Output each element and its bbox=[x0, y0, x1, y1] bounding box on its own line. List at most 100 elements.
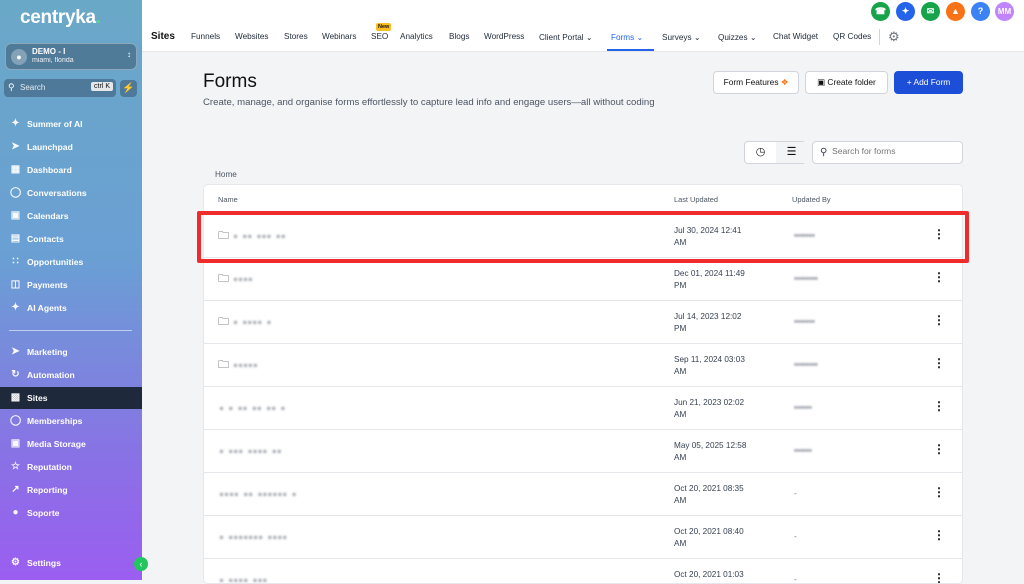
clock-icon[interactable]: ◷ bbox=[745, 142, 776, 163]
more-options-icon[interactable]: ⋮ bbox=[933, 528, 945, 542]
sidebar-item-label: Payments bbox=[27, 280, 68, 290]
more-options-icon[interactable]: ⋮ bbox=[933, 270, 945, 284]
more-options-icon[interactable]: ⋮ bbox=[933, 485, 945, 499]
sidebar-item-launchpad[interactable]: ➤ Launchpad bbox=[0, 136, 142, 158]
chat-icon: ◯ bbox=[10, 187, 22, 198]
tab-seo[interactable]: SEO bbox=[371, 32, 388, 41]
sidebar-item-automation[interactable]: ↻ Automation bbox=[0, 364, 142, 386]
sidebar-item-summer-of-ai[interactable]: ✦ Summer of AI bbox=[0, 113, 142, 135]
phone-icon[interactable]: ☎ bbox=[871, 2, 890, 21]
column-header-name[interactable]: Name bbox=[218, 195, 238, 204]
tab-chat-widget[interactable]: Chat Widget bbox=[773, 32, 818, 41]
tab-analytics[interactable]: Analytics bbox=[400, 32, 433, 41]
account-switcher[interactable]: ● DEMO - I miami, florida ↕ bbox=[5, 43, 137, 70]
sidebar-item-label: Dashboard bbox=[27, 165, 72, 175]
sidebar-item-label: Memberships bbox=[27, 416, 83, 426]
sidebar-item-ai-agents[interactable]: ✦ AI Agents bbox=[0, 297, 142, 319]
megaphone-icon[interactable]: ✦ bbox=[896, 2, 915, 21]
sidebar-search[interactable]: ⚲ Search ctrl K bbox=[4, 79, 116, 97]
folder-icon: 🗀 bbox=[218, 359, 229, 371]
sidebar-item-reputation[interactable]: ☆ Reputation bbox=[0, 456, 142, 478]
tab-qr-codes[interactable]: QR Codes bbox=[833, 32, 871, 41]
breadcrumb[interactable]: Home bbox=[215, 170, 237, 179]
membership-icon: ◯ bbox=[10, 415, 22, 426]
folder-plus-icon: ▣ bbox=[817, 77, 826, 87]
sidebar-item-memberships[interactable]: ◯ Memberships bbox=[0, 410, 142, 432]
tab-wordpress[interactable]: WordPress bbox=[484, 32, 524, 41]
gift-icon: ❖ bbox=[780, 77, 789, 87]
row-last-updated: Oct 20, 2021 08:35 AM bbox=[674, 483, 769, 507]
support-icon: ● bbox=[12, 507, 19, 518]
button-label: Create folder bbox=[827, 77, 876, 87]
sidebar-item-marketing[interactable]: ➤ Marketing bbox=[0, 341, 142, 363]
chevron-down-icon: ⌄ bbox=[636, 33, 644, 42]
tab-label: Forms bbox=[611, 33, 635, 42]
row-last-updated: Dec 01, 2024 11:49 PM bbox=[674, 268, 769, 292]
quick-action-bolt-icon[interactable]: ⚡ bbox=[120, 80, 137, 97]
avatar[interactable]: MM bbox=[995, 2, 1014, 21]
bell-icon[interactable]: ▲ bbox=[946, 2, 965, 21]
tab-client-portal[interactable]: Client Portal ⌄ bbox=[539, 32, 593, 42]
tab-websites[interactable]: Websites bbox=[235, 32, 269, 41]
list-view-icon[interactable]: ☰ bbox=[776, 142, 807, 163]
table-row[interactable]: 🗀 ▪▪▪▪▪ Sep 11, 2024 03:03 AM ▪▪▪▪▪▪▪▪ ⋮ bbox=[204, 343, 962, 386]
row-time-suffix: PM bbox=[674, 281, 687, 290]
sidebar-item-media-storage[interactable]: ▣ Media Storage bbox=[0, 433, 142, 455]
help-icon[interactable]: ? bbox=[971, 2, 990, 21]
row-last-updated: Oct 20, 2021 01:03AM bbox=[674, 569, 769, 583]
sidebar-item-opportunities[interactable]: ∷ Opportunities bbox=[0, 251, 142, 273]
tab-stores[interactable]: Stores bbox=[284, 32, 308, 41]
table-row[interactable]: 🗀 ▪ ▪▪▪▪ ▪ Jul 14, 2023 12:02 PM ▪▪▪▪▪▪▪ … bbox=[204, 300, 962, 343]
more-options-icon[interactable]: ⋮ bbox=[933, 442, 945, 456]
row-name: ▪▪▪▪▪ bbox=[234, 360, 259, 370]
sidebar-item-contacts[interactable]: ▤ Contacts bbox=[0, 228, 142, 250]
row-name: ▪ ▪▪▪ ▪▪▪▪ ▪▪ bbox=[220, 446, 283, 456]
tab-webinars[interactable]: Webinars bbox=[322, 32, 356, 41]
form-features-button[interactable]: Form Features ❖ bbox=[713, 71, 799, 94]
sidebar-item-sites[interactable]: ▩ Sites bbox=[0, 387, 142, 409]
table-row[interactable]: ▪ ▪▪▪ ▪▪▪▪ ▪▪ May 05, 2025 12:58 AM ▪▪▪▪▪… bbox=[204, 429, 962, 472]
more-options-icon[interactable]: ⋮ bbox=[933, 356, 945, 370]
tab-forms[interactable]: Forms ⌄ bbox=[611, 32, 643, 42]
more-options-icon[interactable]: ⋮ bbox=[933, 313, 945, 327]
create-folder-button[interactable]: ▣ Create folder bbox=[805, 71, 888, 94]
row-date: Jun 21, 2023 02:02 bbox=[674, 398, 745, 407]
forms-search-input[interactable] bbox=[832, 146, 957, 156]
sidebar-item-dashboard[interactable]: ▦ Dashboard bbox=[0, 159, 142, 181]
table-row[interactable]: ▪▪▪▪ ▪▪ ▪▪▪▪▪▪ ▪ Oct 20, 2021 08:35 AM - … bbox=[204, 472, 962, 515]
row-updated-by: ▪▪▪▪▪▪ bbox=[794, 445, 812, 455]
logo[interactable]: centryka. bbox=[20, 7, 101, 29]
campaign-icon[interactable]: ✉ bbox=[921, 2, 940, 21]
sidebar-item-label: AI Agents bbox=[27, 303, 67, 313]
table-row[interactable]: ▪ ▪▪▪▪ ▪▪▪ Oct 20, 2021 01:03AM - ⋮ bbox=[204, 558, 962, 584]
sidebar-item-conversations[interactable]: ◯ Conversations bbox=[0, 182, 142, 204]
chevron-down-icon: ⌄ bbox=[693, 33, 701, 42]
tab-surveys[interactable]: Surveys ⌄ bbox=[662, 32, 701, 42]
more-options-icon[interactable]: ⋮ bbox=[933, 399, 945, 413]
sidebar-item-payments[interactable]: ◫ Payments bbox=[0, 274, 142, 296]
add-form-button[interactable]: + Add Form bbox=[894, 71, 963, 94]
tab-funnels[interactable]: Funnels bbox=[191, 32, 220, 41]
tab-blogs[interactable]: Blogs bbox=[449, 32, 469, 41]
row-updated-by: - bbox=[794, 574, 797, 584]
sidebar-item-label: Conversations bbox=[27, 188, 87, 198]
row-updated-by: - bbox=[794, 488, 797, 498]
sidebar-item-reporting[interactable]: ↗ Reporting bbox=[0, 479, 142, 501]
payments-icon: ◫ bbox=[10, 279, 21, 290]
table-row[interactable]: 🗀 ▪▪▪▪ Dec 01, 2024 11:49 PM ▪▪▪▪▪▪▪▪ ⋮ bbox=[204, 257, 962, 300]
column-header-last-updated[interactable]: Last Updated bbox=[674, 195, 718, 204]
sidebar-item-calendars[interactable]: ▣ Calendars bbox=[0, 205, 142, 227]
column-header-updated-by[interactable]: Updated By bbox=[792, 195, 831, 204]
tab-quizzes[interactable]: Quizzes ⌄ bbox=[718, 32, 757, 42]
row-updated-by: ▪▪▪▪▪▪▪ bbox=[794, 316, 815, 326]
gear-icon[interactable]: ⚙ bbox=[888, 29, 900, 45]
sidebar-item-settings[interactable]: ⚙ Settings bbox=[0, 552, 142, 574]
table-row[interactable]: ▪ ▪ ▪▪ ▪▪ ▪▪ ▪ Jun 21, 2023 02:02 AM ▪▪▪▪… bbox=[204, 386, 962, 429]
sidebar-item-label: Calendars bbox=[27, 211, 69, 221]
sidebar-item-soporte[interactable]: ● Soporte bbox=[0, 502, 142, 524]
collapse-sidebar-icon[interactable]: ‹ bbox=[134, 557, 148, 571]
more-options-icon[interactable]: ⋮ bbox=[933, 571, 945, 583]
table-row[interactable]: ▪ ▪▪▪▪▪▪▪ ▪▪▪▪ Oct 20, 2021 08:40 AM - ⋮ bbox=[204, 515, 962, 558]
active-tab-underline bbox=[607, 49, 654, 51]
row-last-updated: Jul 14, 2023 12:02 PM bbox=[674, 311, 769, 335]
